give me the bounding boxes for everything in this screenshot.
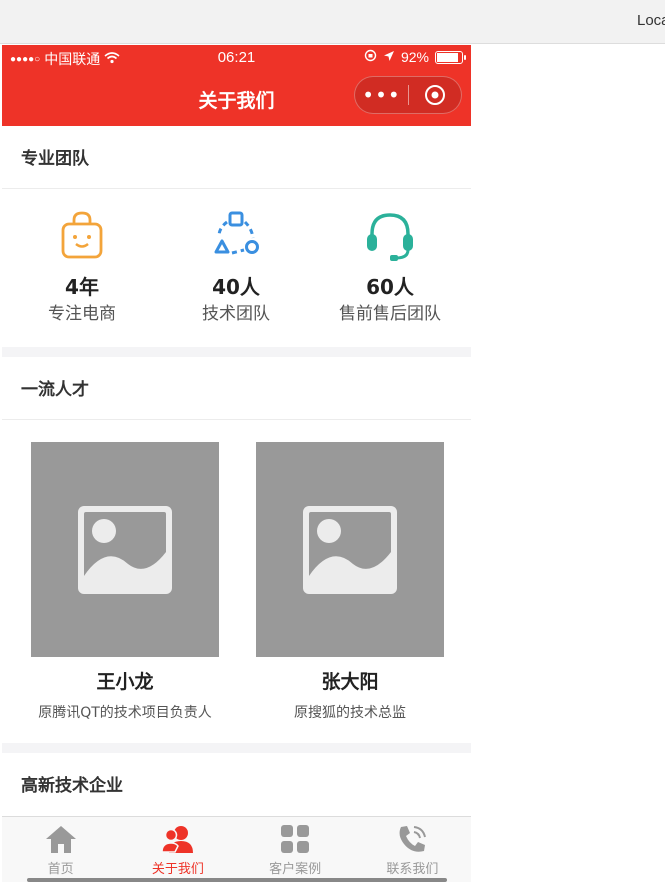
browser-toolbar: Loca (0, 0, 665, 44)
stat-label: 售前售后团队 (339, 304, 441, 324)
talent-list: 王小龙 原腾讯QT的技术项目负责人 张大阳 原搜狐的技术总监 (2, 420, 471, 743)
more-dots-icon[interactable]: ••• (355, 76, 408, 114)
tab-label: 客户案例 (269, 862, 322, 877)
stat-label: 专注电商 (48, 304, 116, 324)
address-bar-text[interactable]: Loca (637, 12, 665, 29)
orientation-lock-icon (364, 49, 377, 65)
person-name: 王小龙 (96, 671, 154, 693)
stat-label: 技术团队 (202, 304, 270, 324)
app-header: ●●●●○ 中国联通 06:21 92% 关于我们 ••• (2, 45, 471, 126)
stat-value: 60人 (366, 275, 414, 299)
person-description: 原腾讯QT的技术项目负责人 (38, 705, 212, 721)
section-title-team: 专业团队 (2, 126, 471, 189)
home-icon (2, 823, 119, 855)
section-divider (2, 743, 471, 753)
section-title-talent: 一流人才 (2, 357, 471, 420)
miniprogram-capsule: ••• (354, 76, 462, 114)
person-card[interactable]: 张大阳 原搜狐的技术总监 (256, 442, 444, 722)
section-title-hightech: 高新技术企业 (21, 776, 123, 796)
grid-icon (237, 823, 354, 855)
status-bar: ●●●●○ 中国联通 06:21 92% (2, 45, 471, 71)
image-placeholder-icon (31, 442, 219, 657)
stat-value: 40人 (212, 275, 260, 299)
stat-value: 4年 (65, 275, 99, 299)
horizontal-scrollbar[interactable] (27, 878, 447, 882)
team-stats: 4年 专注电商 40人 技术团队 60人 售前售后团队 (2, 189, 471, 347)
headset-icon (312, 210, 468, 265)
tab-home[interactable]: 首页 (2, 817, 119, 882)
page-content: 专业团队 4年 专注电商 40人 技术团队 60人 售前售后团队 一流人才 王小… (2, 126, 471, 816)
users-icon (119, 823, 236, 855)
image-placeholder-icon (256, 442, 444, 657)
tab-label: 关于我们 (151, 862, 204, 877)
stat-tech-team: 40人 技术团队 (158, 189, 314, 325)
person-name: 张大阳 (321, 671, 379, 693)
connection-icon (158, 210, 314, 265)
tab-cases[interactable]: 客户案例 (237, 817, 354, 882)
shopping-bag-icon (4, 210, 160, 265)
battery-percent: 92% (400, 49, 429, 65)
phone-screen: ●●●●○ 中国联通 06:21 92% 关于我们 ••• 专业团队 4年 专注… (2, 45, 471, 882)
tab-label: 联系我们 (386, 862, 439, 877)
stat-service-team: 60人 售前售后团队 (312, 189, 468, 325)
person-description: 原搜狐的技术总监 (294, 705, 406, 721)
battery-icon (435, 50, 466, 64)
location-icon (383, 49, 395, 65)
bottom-tab-bar: 首页 关于我们 客户案例 联系我们 (2, 816, 471, 882)
target-circle-icon[interactable] (409, 84, 461, 106)
tab-contact[interactable]: 联系我们 (354, 817, 471, 882)
tab-about[interactable]: 关于我们 (119, 817, 236, 882)
stat-years: 4年 专注电商 (4, 189, 160, 325)
person-card[interactable]: 王小龙 原腾讯QT的技术项目负责人 (31, 442, 219, 722)
tab-label: 首页 (47, 862, 74, 877)
phone-icon (354, 823, 471, 855)
section-divider (2, 347, 471, 357)
